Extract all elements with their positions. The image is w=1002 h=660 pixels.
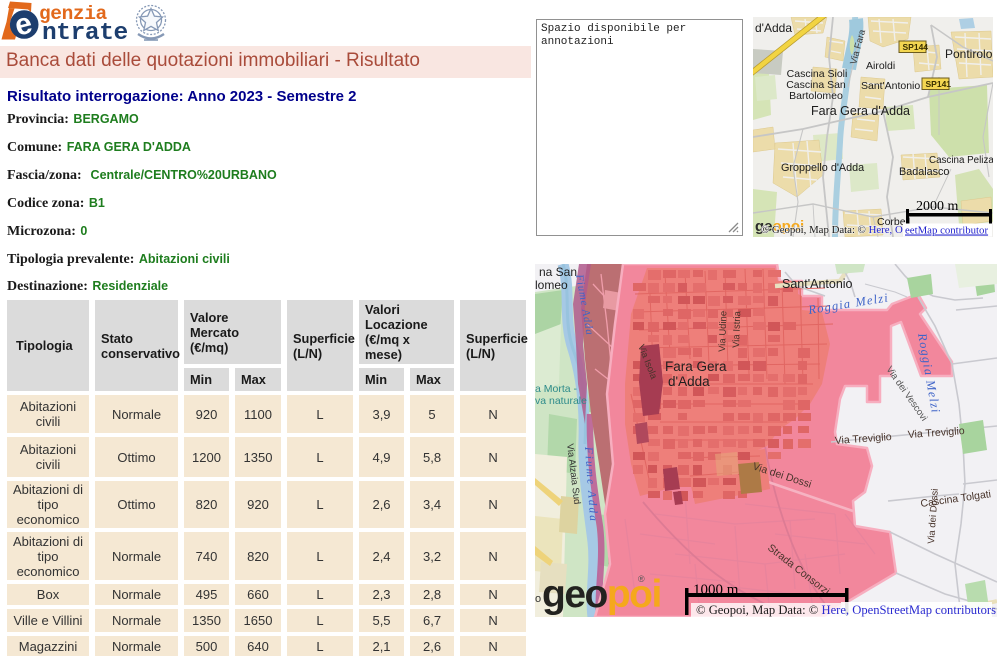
svg-text:a Morta -: a Morta - bbox=[535, 383, 578, 395]
svg-text:SP144: SP144 bbox=[903, 42, 929, 52]
svg-text:© Geopoi, Map Data: © Here, Op: © Geopoi, Map Data: © Here, OpenS bbox=[761, 224, 924, 236]
svg-text:®: ® bbox=[638, 574, 645, 584]
svg-text:Fara Gera: Fara Gera bbox=[665, 359, 727, 374]
svg-text:2000 m: 2000 m bbox=[916, 199, 959, 214]
svg-text:Badalasco: Badalasco bbox=[899, 166, 949, 178]
svg-text:SP141: SP141 bbox=[926, 79, 952, 89]
svg-text:eetMap contributor: eetMap contributor bbox=[905, 225, 988, 237]
svg-text:Sant'Antonio: Sant'Antonio bbox=[782, 277, 853, 291]
svg-text:d'Adda: d'Adda bbox=[755, 21, 792, 35]
svg-text:ntrate: ntrate bbox=[42, 20, 128, 46]
svg-text:Groppello d'Adda: Groppello d'Adda bbox=[781, 162, 864, 174]
svg-text:Bartolomeo: Bartolomeo bbox=[789, 90, 843, 102]
svg-text:na San: na San bbox=[539, 265, 577, 279]
svg-text:Via Istria: Via Istria bbox=[731, 310, 743, 348]
svg-text:va naturale: va naturale bbox=[535, 395, 587, 407]
svg-text:Fara Gera d'Adda: Fara Gera d'Adda bbox=[811, 104, 910, 118]
svg-text:Pontirolo: Pontirolo bbox=[945, 47, 993, 61]
svg-text:o: o bbox=[535, 593, 541, 605]
svg-text:Airoldi: Airoldi bbox=[866, 60, 895, 72]
svg-text:Sant'Antonio: Sant'Antonio bbox=[861, 80, 920, 92]
svg-text:Via Udine: Via Udine bbox=[717, 311, 729, 352]
svg-text:© Geopoi, Map Data: © Here, Op: © Geopoi, Map Data: © Here, OpenStreetMa… bbox=[696, 603, 996, 617]
svg-text:d'Adda: d'Adda bbox=[668, 374, 710, 389]
svg-text:Cascina Peliza: Cascina Peliza bbox=[929, 155, 993, 166]
svg-text:lomeo: lomeo bbox=[535, 278, 568, 292]
